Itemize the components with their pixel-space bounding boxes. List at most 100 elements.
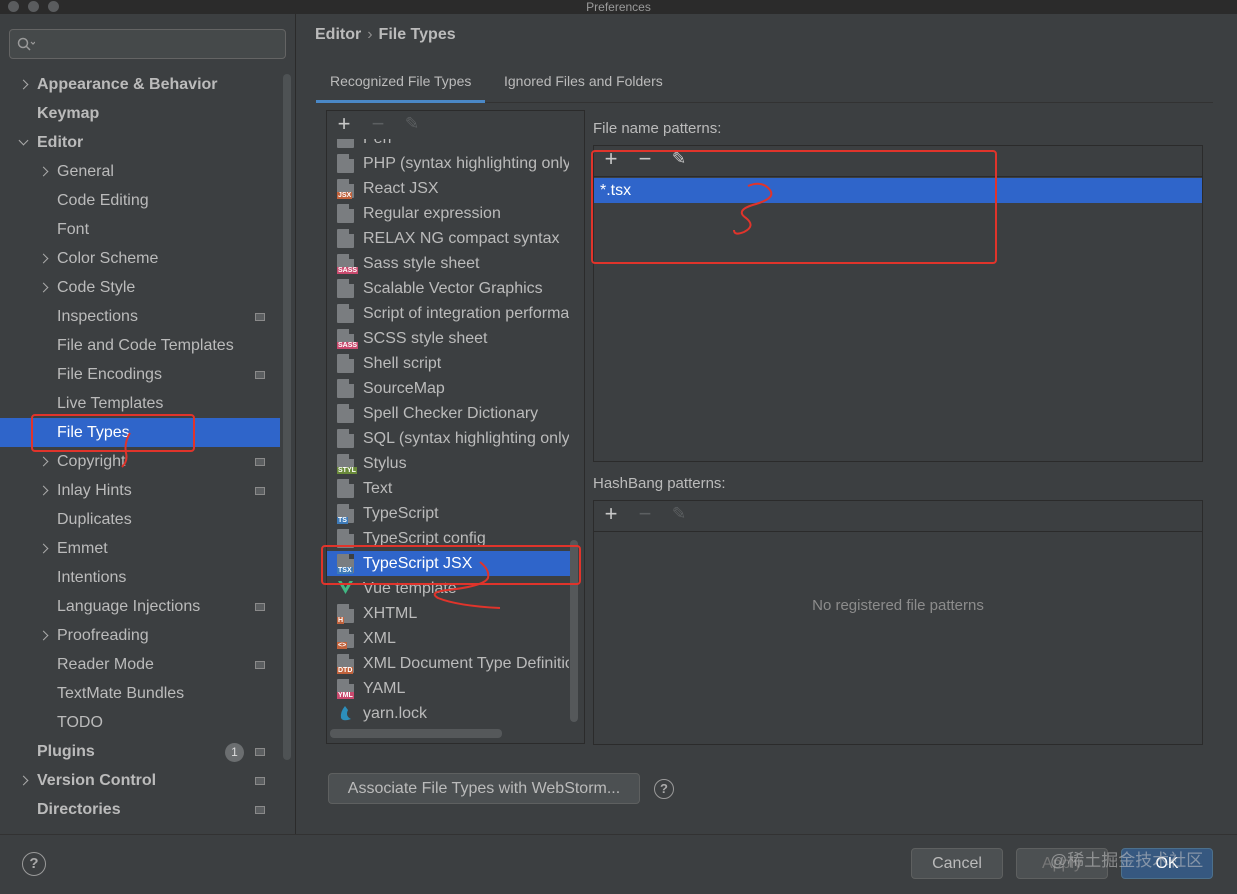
tab-recognized-file-types[interactable]: Recognized File Types bbox=[316, 66, 486, 103]
file-types-toolbar: + − ✎ bbox=[327, 111, 584, 139]
sidebar-item-label: Emmet bbox=[57, 540, 108, 557]
project-settings-icon bbox=[255, 487, 265, 495]
file-type-item[interactable]: SASS Sass style sheet bbox=[327, 251, 571, 276]
sidebar-item-font[interactable]: Font bbox=[0, 215, 280, 244]
sidebar-item-label: Color Scheme bbox=[57, 250, 159, 267]
sidebar-item-label: File and Code Templates bbox=[57, 337, 234, 354]
chevron-down-icon[interactable] bbox=[19, 128, 29, 157]
settings-search[interactable] bbox=[9, 29, 286, 59]
sidebar-item-inlay-hints[interactable]: Inlay Hints bbox=[0, 476, 280, 505]
sidebar-item-textmate-bundles[interactable]: TextMate Bundles bbox=[0, 679, 280, 708]
sidebar-scrollbar[interactable] bbox=[283, 74, 291, 760]
tab-ignored-files-and-folders[interactable]: Ignored Files and Folders bbox=[490, 66, 677, 103]
svg-file-icon bbox=[337, 279, 354, 298]
edit-file-type-button[interactable]: ✎ bbox=[401, 113, 423, 135]
sidebar-item-duplicates[interactable]: Duplicates bbox=[0, 505, 280, 534]
file-type-name: Sass style sheet bbox=[363, 255, 480, 272]
file-type-item[interactable]: Text bbox=[327, 476, 571, 501]
file-type-name: RELAX NG compact syntax bbox=[363, 230, 560, 247]
sidebar-item-directories[interactable]: Directories bbox=[0, 795, 280, 824]
chevron-right-icon[interactable] bbox=[19, 70, 29, 99]
sidebar-item-label: TODO bbox=[57, 714, 103, 731]
file-type-item[interactable]: YML YAML bbox=[327, 676, 571, 701]
file-type-item[interactable]: Spell Checker Dictionary bbox=[327, 401, 571, 426]
sidebar-item-file-encodings[interactable]: File Encodings bbox=[0, 360, 280, 389]
sidebar-item-intentions[interactable]: Intentions bbox=[0, 563, 280, 592]
file-type-item[interactable]: H XHTML bbox=[327, 601, 571, 626]
file-type-item[interactable]: yarn.lock bbox=[327, 701, 571, 726]
chevron-right-icon[interactable] bbox=[39, 476, 49, 505]
file-list-horizontal-scrollbar[interactable] bbox=[330, 729, 502, 738]
sidebar-item-todo[interactable]: TODO bbox=[0, 708, 280, 737]
sidebar-item-code-style[interactable]: Code Style bbox=[0, 273, 280, 302]
file-type-item[interactable]: JSX React JSX bbox=[327, 176, 571, 201]
sidebar-item-keymap[interactable]: Keymap bbox=[0, 99, 280, 128]
sidebar-item-version-control[interactable]: Version Control bbox=[0, 766, 280, 795]
project-settings-icon bbox=[255, 806, 265, 814]
file-type-name: XHTML bbox=[363, 605, 418, 622]
sidebar-item-file-and-code-templates[interactable]: File and Code Templates bbox=[0, 331, 280, 360]
associate-file-types-button[interactable]: Associate File Types with WebStorm... bbox=[328, 773, 640, 804]
sidebar-item-editor[interactable]: Editor bbox=[0, 128, 280, 157]
file-type-name: Scalable Vector Graphics bbox=[363, 280, 543, 297]
annotation-box-typescript-jsx bbox=[321, 545, 581, 585]
project-settings-icon bbox=[255, 313, 265, 321]
file-name-patterns-label: File name patterns: bbox=[593, 120, 722, 137]
edit-hashbang-button[interactable]: ✎ bbox=[668, 503, 690, 525]
file-type-item[interactable]: RELAX NG compact syntax bbox=[327, 226, 571, 251]
add-hashbang-button[interactable]: + bbox=[600, 503, 622, 525]
file-type-item[interactable]: Scalable Vector Graphics bbox=[327, 276, 571, 301]
sidebar-item-language-injections[interactable]: Language Injections bbox=[0, 592, 280, 621]
file-type-item[interactable]: SourceMap bbox=[327, 376, 571, 401]
breadcrumb-parent[interactable]: Editor bbox=[315, 26, 361, 43]
sidebar-item-label: General bbox=[57, 163, 114, 180]
remove-hashbang-button[interactable]: − bbox=[634, 503, 656, 525]
hashbang-patterns-panel: + − ✎ No registered file patterns bbox=[593, 500, 1203, 745]
chevron-right-icon[interactable] bbox=[39, 157, 49, 186]
file-type-item[interactable]: SASS SCSS style sheet bbox=[327, 326, 571, 351]
sidebar-item-label: Version Control bbox=[37, 772, 157, 789]
hashbang-patterns-label: HashBang patterns: bbox=[593, 475, 726, 492]
project-settings-icon bbox=[255, 371, 265, 379]
search-input[interactable] bbox=[42, 33, 280, 55]
file-type-name: SCSS style sheet bbox=[363, 330, 488, 347]
sidebar-item-label: Duplicates bbox=[57, 511, 132, 528]
help-icon[interactable]: ? bbox=[654, 779, 674, 799]
file-type-item[interactable]: Script of integration performance tests bbox=[327, 301, 571, 326]
sidebar-item-emmet[interactable]: Emmet bbox=[0, 534, 280, 563]
chevron-right-icon[interactable] bbox=[39, 273, 49, 302]
sidebar-item-inspections[interactable]: Inspections bbox=[0, 302, 280, 331]
chevron-right-icon[interactable] bbox=[39, 621, 49, 650]
file-type-item[interactable]: Perl bbox=[327, 139, 571, 151]
chevron-right-icon[interactable] bbox=[39, 534, 49, 563]
file-type-badge: STYL bbox=[337, 467, 357, 474]
remove-file-type-button[interactable]: − bbox=[367, 113, 389, 135]
sidebar-item-label: Inlay Hints bbox=[57, 482, 132, 499]
file-type-item[interactable]: SQL (syntax highlighting only) bbox=[327, 426, 571, 451]
sidebar-item-label: File Encodings bbox=[57, 366, 162, 383]
file-type-item[interactable]: Shell script bbox=[327, 351, 571, 376]
chevron-right-icon[interactable] bbox=[19, 766, 29, 795]
file-type-item[interactable]: Regular expression bbox=[327, 201, 571, 226]
sidebar-item-appearance-behavior[interactable]: Appearance & Behavior bbox=[0, 70, 280, 99]
sidebar-item-reader-mode[interactable]: Reader Mode bbox=[0, 650, 280, 679]
project-settings-icon bbox=[255, 777, 265, 785]
file-type-item[interactable]: STYL Stylus bbox=[327, 451, 571, 476]
sidebar-item-general[interactable]: General bbox=[0, 157, 280, 186]
sidebar-item-proofreading[interactable]: Proofreading bbox=[0, 621, 280, 650]
file-type-item[interactable]: <> XML bbox=[327, 626, 571, 651]
file-type-item[interactable]: TS TypeScript bbox=[327, 501, 571, 526]
file-types-panel: + − ✎ Perl PHP (syntax highlighting only)… bbox=[326, 110, 585, 744]
file-type-item[interactable]: DTD XML Document Type Definition bbox=[327, 651, 571, 676]
chevron-right-icon[interactable] bbox=[39, 244, 49, 273]
add-file-type-button[interactable]: + bbox=[333, 113, 355, 135]
sidebar-item-code-editing[interactable]: Code Editing bbox=[0, 186, 280, 215]
sidebar-item-color-scheme[interactable]: Color Scheme bbox=[0, 244, 280, 273]
breadcrumb-current: File Types bbox=[378, 26, 456, 43]
sidebar-item-plugins[interactable]: Plugins 1 bbox=[0, 737, 280, 766]
sidebar-item-label: Font bbox=[57, 221, 90, 238]
cancel-button[interactable]: Cancel bbox=[911, 848, 1003, 879]
file-type-item[interactable]: PHP (syntax highlighting only) bbox=[327, 151, 571, 176]
dialog-help-icon[interactable]: ? bbox=[22, 852, 46, 876]
php-file-icon bbox=[337, 154, 354, 173]
